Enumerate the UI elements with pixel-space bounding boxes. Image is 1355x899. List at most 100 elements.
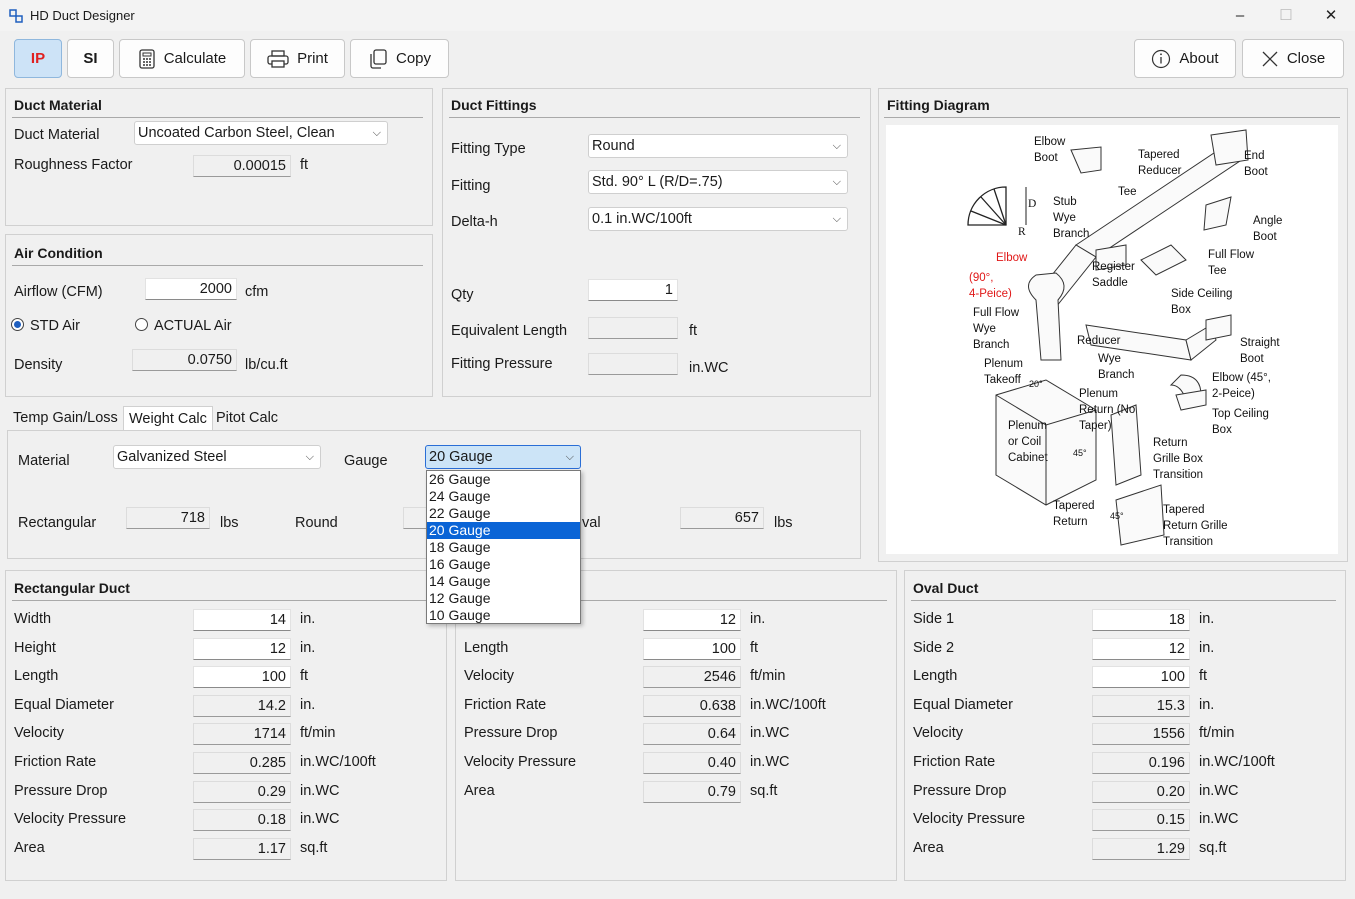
rect-row-field[interactable]: 14	[193, 609, 291, 631]
tab-weight-calc[interactable]: Weight Calc	[123, 406, 213, 430]
divider	[580, 600, 887, 601]
about-label: About	[1179, 50, 1219, 67]
round-row-unit: in.WC/100ft	[750, 696, 826, 713]
rect-row-field[interactable]: 12	[193, 637, 291, 660]
round-row-field[interactable]: 100	[643, 637, 741, 660]
tab-pitot-calc[interactable]: Pitot Calc	[211, 406, 283, 430]
rect-row-unit: in.	[300, 696, 316, 713]
oval-row-field[interactable]: 18	[1092, 609, 1190, 631]
round-row-label: Length	[464, 639, 509, 656]
oval-row-field[interactable]: 12	[1092, 637, 1190, 660]
print-button[interactable]: Print	[250, 39, 345, 78]
gauge-option[interactable]: 26 Gauge	[427, 471, 580, 488]
gauge-select[interactable]: 20 Gauge ⌵	[425, 445, 581, 469]
calculate-button[interactable]: Calculate	[119, 39, 245, 78]
divider	[884, 117, 1340, 118]
tab-temp-gain-loss[interactable]: Temp Gain/Loss	[8, 406, 123, 430]
diagram-label: Return Grille Box Transition	[1153, 437, 1203, 481]
oval-row-label: Side 1	[913, 611, 955, 627]
diagram-label: Tapered Reducer	[1138, 149, 1182, 177]
gauge-value: 20 Gauge	[429, 449, 493, 465]
weight-material-select[interactable]: Galvanized Steel ⌵	[113, 445, 321, 469]
chevron-down-icon: ⌵	[305, 451, 314, 463]
rect-row-field: 0.18	[193, 809, 291, 832]
duct-material-select[interactable]: Uncoated Carbon Steel, Clean ⌵	[134, 121, 388, 145]
oval-row-label: Velocity	[913, 725, 963, 742]
ip-units-button[interactable]: IP	[14, 39, 62, 78]
airflow-label: Airflow (CFM)	[14, 284, 103, 300]
close-window-button[interactable]: ✕	[1308, 0, 1354, 31]
rect-row-unit: ft	[300, 668, 309, 685]
oval-row-label: Length	[913, 668, 958, 685]
roughness-unit: ft	[300, 157, 309, 173]
gauge-option[interactable]: 20 Gauge	[427, 522, 580, 539]
std-air-radio[interactable]	[11, 318, 24, 331]
rect-row-unit: in.WC	[300, 811, 340, 828]
airflow-unit: cfm	[245, 284, 269, 300]
rect-row-label: Equal Diameter	[14, 696, 114, 713]
close-label: Close	[1286, 50, 1326, 67]
actual-air-radio[interactable]	[135, 318, 148, 331]
rect-row-label: Width	[14, 611, 52, 627]
oval-row-field[interactable]: 100	[1092, 666, 1190, 689]
ip-label: IP	[30, 50, 46, 67]
diagram-label: D	[1028, 198, 1036, 210]
info-icon	[1152, 49, 1171, 68]
airflow-input[interactable]: 2000	[145, 278, 237, 300]
oval-weight-unit: lbs	[774, 515, 793, 531]
equivalent-length-field	[588, 317, 678, 339]
divider	[12, 265, 423, 266]
gauge-option[interactable]: 18 Gauge	[427, 539, 580, 556]
rect-row-field[interactable]: 100	[193, 666, 291, 689]
fitting-select[interactable]: Std. 90° L (R/D=.75) ⌵	[588, 170, 848, 194]
gauge-option[interactable]: 24 Gauge	[427, 488, 580, 505]
delta-h-value: 0.1 in.WC/100ft	[592, 211, 692, 227]
oval-row-unit: ft/min	[1199, 725, 1235, 742]
oval-row-unit: ft	[1199, 668, 1208, 685]
app-icon	[9, 9, 23, 23]
close-button[interactable]: Close	[1242, 39, 1344, 78]
fitting-type-label: Fitting Type	[451, 141, 526, 157]
rect-row-field: 1714	[193, 723, 291, 746]
diagram-label: Full Flow Wye Branch	[973, 307, 1020, 351]
gauge-dropdown-list[interactable]: 26 Gauge 24 Gauge 22 Gauge 20 Gauge 18 Gauge…	[426, 470, 581, 624]
qty-input[interactable]: 1	[588, 279, 678, 301]
oval-weight-field: 657	[680, 507, 764, 529]
oval-row-unit: sq.ft	[1199, 839, 1227, 856]
rectangular-duct-title: Rectangular Duct	[14, 580, 130, 596]
gauge-option[interactable]: 10 Gauge	[427, 607, 580, 624]
gauge-option[interactable]: 12 Gauge	[427, 590, 580, 607]
round-row-label: Velocity	[464, 668, 514, 685]
rect-row-label: Area	[14, 839, 45, 856]
delta-h-select[interactable]: 0.1 in.WC/100ft ⌵	[588, 207, 848, 231]
about-button[interactable]: About	[1134, 39, 1236, 78]
rect-row-unit: in.WC	[300, 782, 340, 799]
rect-weight-unit: lbs	[220, 515, 239, 531]
round-row-label: Friction Rate	[464, 696, 547, 713]
diagram-label: Top Ceiling Box	[1212, 408, 1269, 436]
maximize-button[interactable]: ☐	[1263, 0, 1309, 31]
round-row-field: 0.64	[643, 723, 741, 746]
si-units-button[interactable]: SI	[67, 39, 114, 78]
gauge-option[interactable]: 14 Gauge	[427, 573, 580, 590]
equivalent-length-unit: ft	[689, 323, 698, 339]
density-field: 0.0750	[132, 349, 237, 371]
fitting-type-select[interactable]: Round ⌵	[588, 134, 848, 158]
diagram-label: Stub Wye Branch	[1053, 196, 1089, 240]
duct-fittings-title: Duct Fittings	[451, 97, 537, 113]
printer-icon	[267, 49, 289, 68]
weight-material-value: Galvanized Steel	[117, 449, 227, 465]
fitting-diagram-title: Fitting Diagram	[887, 97, 990, 113]
round-row-field: 0.40	[643, 752, 741, 774]
diagram-label: Tapered Return Grille Transition	[1163, 504, 1228, 548]
duct-fittings-illustration: Elbow Boot Tapered Reducer End Boot Tee Stu…	[967, 129, 1282, 548]
gauge-option[interactable]: 16 Gauge	[427, 556, 580, 573]
oval-weight-label: val	[582, 515, 601, 531]
equivalent-length-label: Equivalent Length	[451, 323, 568, 339]
minimize-button[interactable]: –	[1217, 0, 1263, 31]
round-row-label: Area	[464, 782, 495, 799]
round-row-field[interactable]: 12	[643, 609, 741, 631]
copy-button[interactable]: Copy	[350, 39, 449, 78]
gauge-option[interactable]: 22 Gauge	[427, 505, 580, 522]
delta-h-label: Delta-h	[451, 214, 498, 230]
